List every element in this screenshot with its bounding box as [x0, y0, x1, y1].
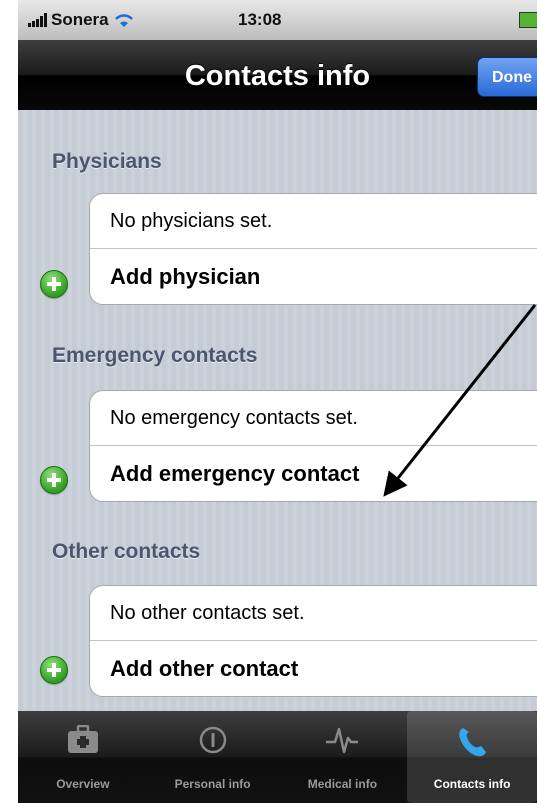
battery-icon [519, 12, 537, 28]
status-time: 13:08 [238, 10, 282, 29]
add-other-contact-row[interactable]: Add other contact [90, 641, 537, 696]
carrier-name: Sonera [51, 10, 109, 29]
tab-overview[interactable]: Overview [18, 711, 148, 803]
section-header-other-contacts: Other contacts [52, 540, 201, 563]
physicians-group: No physicians set. Add physician [89, 193, 537, 305]
page-title: Contacts info [184, 60, 371, 92]
status-bar: Sonera 13:08 [18, 0, 537, 40]
section-header-emergency-contacts: Emergency contacts [52, 344, 258, 367]
add-emergency-contact-row[interactable]: Add emergency contact [90, 446, 537, 501]
tab-label-overview: Overview [56, 777, 110, 791]
tab-label-personal-info: Personal info [174, 777, 251, 791]
info-icon [199, 726, 226, 754]
tab-label-contacts-info: Contacts info [433, 777, 511, 791]
signal-strength-icon [28, 13, 47, 27]
wifi-icon [114, 14, 133, 27]
add-other-contact-icon[interactable] [40, 656, 68, 684]
physicians-empty-row: No physicians set. [90, 194, 537, 249]
heartbeat-icon [326, 727, 359, 754]
done-button[interactable]: Done [477, 57, 537, 97]
navigation-bar: Contacts info Done [18, 40, 537, 110]
other-contacts-group: No other contacts set. Add other contact [89, 585, 537, 697]
emergency-contacts-group: No emergency contacts set. Add emergency… [89, 390, 537, 502]
carrier-info: Sonera [28, 10, 135, 30]
tab-medical-info[interactable]: Medical info [278, 711, 408, 803]
first-aid-kit-icon [67, 725, 98, 753]
app-screen: Sonera 13:08 Contacts info Done Physicia… [18, 0, 537, 803]
tab-label-medical-info: Medical info [307, 777, 378, 791]
add-emergency-contact-icon[interactable] [40, 466, 68, 494]
add-physician-icon[interactable] [40, 270, 68, 298]
section-header-physicians: Physicians [52, 150, 162, 173]
emergency-contacts-empty-row: No emergency contacts set. [90, 391, 537, 446]
tab-contacts-info[interactable]: Contacts info [407, 711, 537, 803]
other-contacts-empty-row: No other contacts set. [90, 586, 537, 641]
add-physician-row[interactable]: Add physician [90, 249, 537, 304]
tab-personal-info[interactable]: Personal info [148, 711, 278, 803]
tab-bar: Overview Personal info Medical info Cont… [18, 711, 537, 803]
phone-icon [459, 728, 487, 757]
